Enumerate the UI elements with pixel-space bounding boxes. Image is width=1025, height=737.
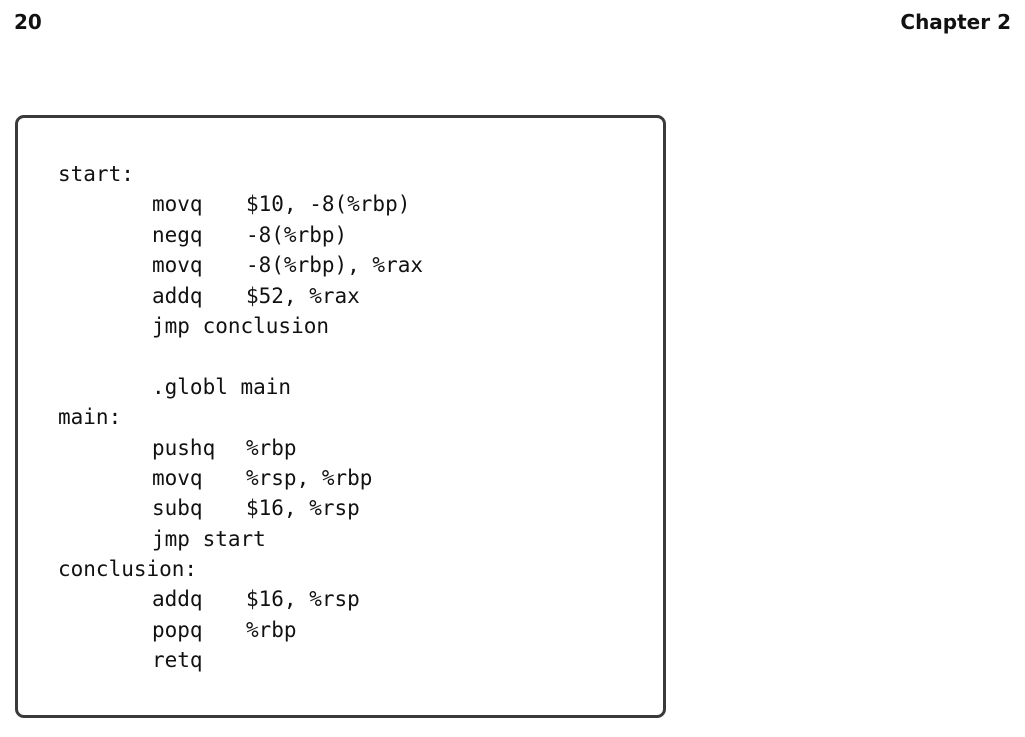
code-instruction: jmp start [152, 526, 266, 551]
code-operands: $16, %rsp [246, 587, 360, 612]
code-instruction: negq [152, 222, 203, 247]
code-instruction: movq [152, 192, 203, 217]
code-instruction: addq [152, 587, 203, 612]
page-number: 20 [14, 10, 42, 34]
code-label: main: [58, 405, 122, 430]
code-instruction: retq [152, 648, 203, 673]
code-instruction: addq [152, 283, 203, 308]
code-instruction: pushq [152, 435, 216, 460]
code-operands: %rbp [246, 617, 297, 642]
page-header: 20 Chapter 2 [14, 10, 1011, 38]
code-operands: $16, %rsp [246, 496, 360, 521]
code-operands: %rbp [246, 435, 297, 460]
code-operands: $10, -8(%rbp) [246, 192, 411, 217]
code-instruction: movq [152, 465, 203, 490]
chapter-title: Chapter 2 [900, 10, 1011, 34]
code-label: conclusion: [58, 557, 198, 582]
code-instruction: jmp conclusion [152, 313, 330, 338]
code-operands: -8(%rbp) [246, 222, 348, 247]
code-label: start: [58, 162, 134, 186]
code-instruction: movq [152, 253, 203, 278]
code-instruction: popq [152, 617, 203, 642]
code-operands: %rsp, %rbp [246, 465, 373, 490]
code-operands: -8(%rbp), %rax [246, 253, 424, 278]
code-instruction: .globl main [152, 374, 292, 399]
code-operands: $52, %rax [246, 283, 360, 308]
code-instruction: subq [152, 496, 203, 521]
code-listing-box: start: movq $10, -8(%rbp) negq -8(%rbp) movq -… [15, 115, 666, 718]
